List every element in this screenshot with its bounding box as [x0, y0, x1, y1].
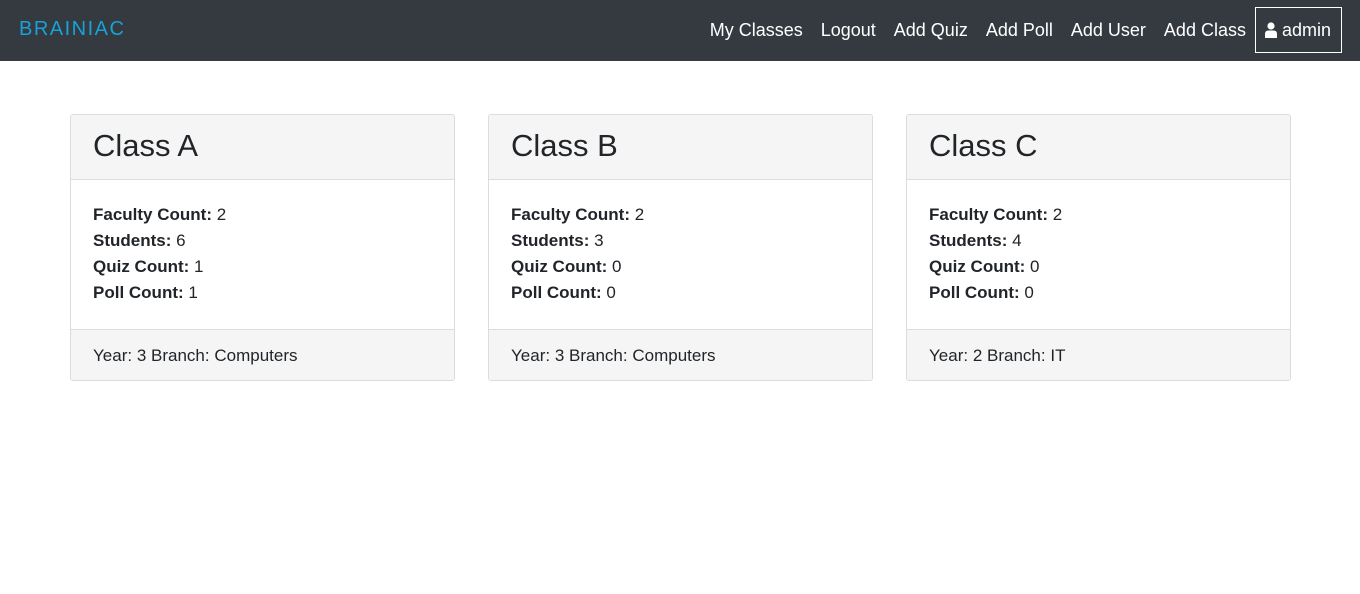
poll-count-value: 0 [1024, 283, 1034, 302]
branch-value: Computers [632, 346, 716, 365]
students-value: 3 [594, 231, 604, 250]
quiz-count-label: Quiz Count: [93, 257, 190, 276]
class-card-a[interactable]: Class A Faculty Count: 2 Students: 6 Qui… [70, 114, 455, 381]
quiz-count-label: Quiz Count: [511, 257, 608, 276]
card-header: Class A [71, 115, 454, 180]
year-label: Year: [511, 346, 551, 365]
faculty-count-label: Faculty Count: [511, 205, 630, 224]
class-title: Class C [929, 128, 1038, 163]
students-label: Students: [93, 231, 172, 250]
poll-count-label: Poll Count: [511, 283, 602, 302]
card-body: Faculty Count: 2 Students: 6 Quiz Count:… [71, 180, 454, 329]
poll-count-label: Poll Count: [93, 283, 184, 302]
user-icon [1264, 22, 1277, 38]
year-label: Year: [93, 346, 133, 365]
nav-add-user[interactable]: Add User [1071, 8, 1146, 52]
faculty-count-label: Faculty Count: [929, 205, 1048, 224]
students-label: Students: [929, 231, 1008, 250]
nav-my-classes[interactable]: My Classes [710, 8, 803, 52]
nav-add-quiz[interactable]: Add Quiz [894, 8, 968, 52]
students-label: Students: [511, 231, 590, 250]
class-title: Class A [93, 128, 199, 163]
class-card-b[interactable]: Class B Faculty Count: 2 Students: 3 Qui… [488, 114, 873, 381]
students-row: Students: 6 [93, 228, 432, 254]
quiz-count-row: Quiz Count: 1 [93, 254, 432, 280]
faculty-count-row: Faculty Count: 2 [929, 202, 1268, 228]
top-navbar: BRAINIAC My Classes Logout Add Quiz Add … [0, 0, 1360, 61]
faculty-count-value: 2 [1052, 205, 1063, 224]
faculty-count-label: Faculty Count: [93, 205, 212, 224]
quiz-count-value: 1 [194, 257, 204, 276]
card-header: Class C [907, 115, 1290, 180]
poll-count-label: Poll Count: [929, 283, 1020, 302]
nav-add-class[interactable]: Add Class [1164, 8, 1246, 52]
branch-value: Computers [214, 346, 298, 365]
card-footer: Year: 3 Branch: Computers [489, 329, 872, 380]
nav-logout[interactable]: Logout [821, 8, 876, 52]
students-row: Students: 4 [929, 228, 1268, 254]
faculty-count-value: 2 [216, 205, 227, 224]
nav-add-poll[interactable]: Add Poll [986, 8, 1053, 52]
students-value: 6 [176, 231, 186, 250]
card-body: Faculty Count: 2 Students: 4 Quiz Count:… [907, 180, 1290, 329]
faculty-count-value: 2 [634, 205, 645, 224]
year-value: 2 [972, 346, 983, 365]
user-menu-label: admin [1281, 19, 1331, 40]
card-body: Faculty Count: 2 Students: 3 Quiz Count:… [489, 180, 872, 329]
poll-count-row: Poll Count: 0 [929, 280, 1268, 306]
poll-count-row: Poll Count: 0 [511, 280, 850, 306]
card-footer: Year: 3 Branch: Computers [71, 329, 454, 380]
class-title: Class B [511, 128, 618, 163]
students-value: 4 [1012, 231, 1022, 250]
poll-count-row: Poll Count: 1 [93, 280, 432, 306]
quiz-count-value: 0 [1030, 257, 1040, 276]
faculty-count-row: Faculty Count: 2 [511, 202, 850, 228]
quiz-count-label: Quiz Count: [929, 257, 1026, 276]
branch-value: IT [1050, 346, 1066, 365]
faculty-count-row: Faculty Count: 2 [93, 202, 432, 228]
poll-count-value: 0 [606, 283, 616, 302]
card-footer: Year: 2 Branch: IT [907, 329, 1290, 380]
year-value: 3 [136, 346, 147, 365]
card-header: Class B [489, 115, 872, 180]
branch-label: Branch: [569, 346, 628, 365]
brand-logo[interactable]: BRAINIAC [19, 18, 125, 41]
user-menu-button[interactable]: admin [1254, 7, 1342, 53]
branch-label: Branch: [987, 346, 1046, 365]
nav-links: My Classes Logout Add Quiz Add Poll Add … [710, 7, 1342, 53]
students-row: Students: 3 [511, 228, 850, 254]
branch-label: Branch: [151, 346, 210, 365]
quiz-count-row: Quiz Count: 0 [511, 254, 850, 280]
class-card-c[interactable]: Class C Faculty Count: 2 Students: 4 Qui… [906, 114, 1291, 381]
year-label: Year: [929, 346, 969, 365]
poll-count-value: 1 [188, 283, 198, 302]
year-value: 3 [554, 346, 565, 365]
quiz-count-row: Quiz Count: 0 [929, 254, 1268, 280]
quiz-count-value: 0 [612, 257, 622, 276]
